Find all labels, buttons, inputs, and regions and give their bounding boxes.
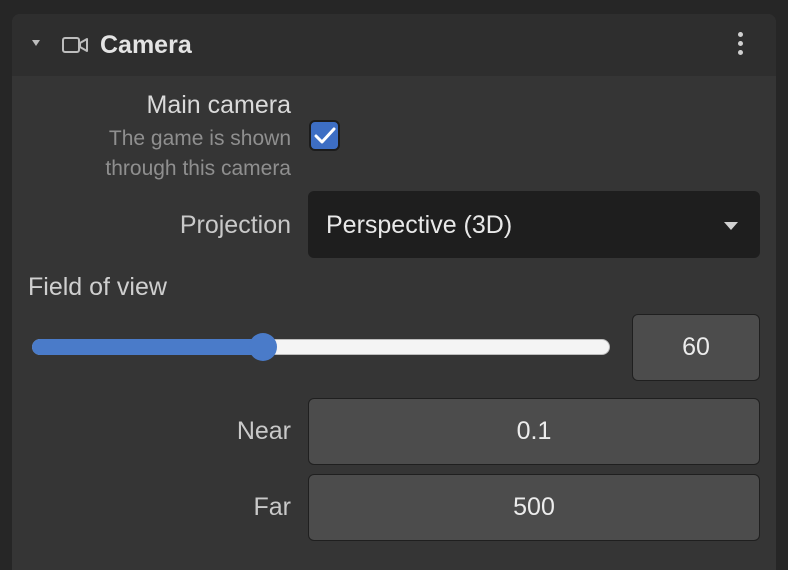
main-camera-checkbox[interactable] <box>309 120 340 151</box>
caret-down-icon <box>724 222 738 230</box>
projection-select[interactable]: Perspective (3D) <box>308 191 760 258</box>
description-line-2: through this camera <box>105 157 291 180</box>
near-label: Near <box>236 417 291 445</box>
camera-component-panel: Camera Main camera The game is shown thr… <box>12 14 776 570</box>
slider-fill <box>32 339 263 355</box>
panel-title: Camera <box>100 31 192 59</box>
main-camera-label: Main camera <box>146 91 292 119</box>
projection-label: Projection <box>179 211 291 239</box>
far-label: Far <box>253 493 292 521</box>
field-of-view-label: Field of view <box>28 273 167 301</box>
field-of-view-slider[interactable] <box>32 330 610 364</box>
far-input[interactable]: 500 <box>308 474 760 541</box>
description-line-1: The game is shown <box>108 127 291 150</box>
slider-thumb[interactable] <box>249 333 277 361</box>
video-camera-icon <box>62 37 88 53</box>
projection-selected-value: Perspective (3D) <box>326 211 513 239</box>
near-input[interactable]: 0.1 <box>308 398 760 465</box>
field-of-view-input[interactable]: 60 <box>632 314 760 381</box>
main-camera-description: The game is shown through this camera <box>105 124 291 184</box>
triangle-down-icon[interactable] <box>32 40 40 46</box>
panel-header[interactable]: Camera <box>12 14 776 76</box>
kebab-menu-icon[interactable] <box>728 32 752 60</box>
checkmark-icon <box>314 127 336 144</box>
